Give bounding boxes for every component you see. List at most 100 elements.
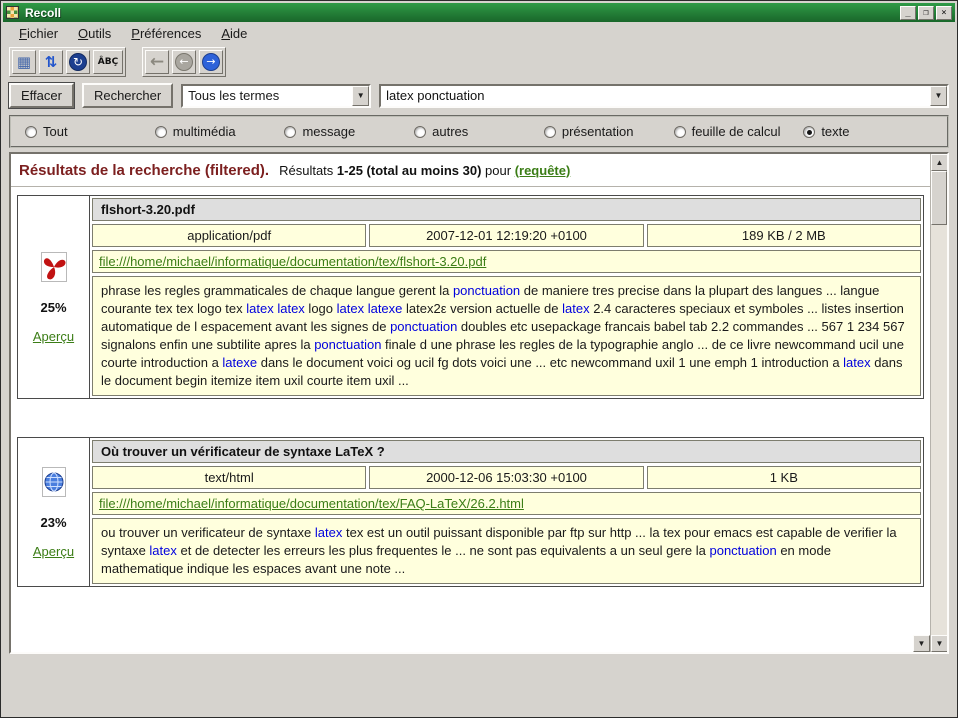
filter-label: texte bbox=[821, 124, 849, 139]
results-area: Résultats de la recherche (filtered). Ré… bbox=[9, 152, 949, 654]
relevance-percent: 25% bbox=[40, 300, 66, 315]
result-details: Où trouver un vérificateur de syntaxe La… bbox=[90, 438, 923, 586]
search-query-input[interactable] bbox=[381, 86, 930, 106]
result-date: 2000-12-06 15:03:30 +0100 bbox=[369, 466, 643, 489]
result-side-panel: 23% Aperçu bbox=[18, 438, 90, 586]
result-meta-row: text/html 2000-12-06 15:03:30 +0100 1 KB bbox=[92, 466, 921, 489]
results-summary: Résultats 1-25 (total au moins 30) pour … bbox=[279, 163, 570, 178]
window-controls: _ ❐ × bbox=[900, 6, 952, 20]
next-page-arrow-icon: → bbox=[202, 53, 220, 71]
recoll-window: Recoll _ ❐ × Fichier Outils Préférences … bbox=[0, 0, 958, 718]
toolbar: ▦ ⇅ ↻ ÂBÇ ← ← → bbox=[3, 45, 955, 78]
menu-aide[interactable]: Aide bbox=[213, 24, 255, 43]
first-page-button[interactable]: ← bbox=[145, 50, 169, 74]
result-size: 189 KB / 2 MB bbox=[647, 224, 921, 247]
filter-label: autres bbox=[432, 124, 468, 139]
window-titlebar[interactable]: Recoll _ ❐ × bbox=[3, 3, 955, 22]
sort-by-dates-button[interactable]: ⇅ bbox=[39, 50, 63, 74]
filter-radio-feuille-de-calcul[interactable]: feuille de calcul bbox=[674, 124, 804, 139]
menubar: Fichier Outils Préférences Aide bbox=[3, 22, 955, 45]
first-page-arrow-icon: ← bbox=[150, 52, 164, 72]
pdf-icon[interactable] bbox=[39, 251, 69, 286]
result-url-row: file:///home/michael/informatique/docume… bbox=[92, 250, 921, 273]
filter-label: présentation bbox=[562, 124, 634, 139]
result-item: 23% Aperçu Où trouver un vérificateur de… bbox=[17, 437, 924, 587]
toolbar-group-navigation: ← ← → bbox=[142, 47, 226, 77]
preview-link[interactable]: Aperçu bbox=[33, 544, 74, 559]
scrollbar-track[interactable] bbox=[931, 225, 947, 635]
search-button[interactable]: Rechercher bbox=[82, 83, 173, 108]
inner-scrollbar-down-button[interactable]: ▼ bbox=[913, 635, 930, 652]
clear-button[interactable]: Effacer bbox=[9, 83, 74, 108]
result-url-link[interactable]: file:///home/michael/informatique/docume… bbox=[99, 254, 486, 269]
bottom-spacer bbox=[3, 654, 955, 715]
result-side-panel: 25% Aperçu bbox=[18, 196, 90, 398]
scrollbar-down-button[interactable]: ▼ bbox=[931, 635, 948, 652]
menu-preferences[interactable]: Préférences bbox=[123, 24, 209, 43]
result-date: 2007-12-01 12:19:20 +0100 bbox=[369, 224, 643, 247]
previous-page-button[interactable]: ← bbox=[172, 50, 196, 74]
menu-fichier[interactable]: Fichier bbox=[11, 24, 66, 43]
filter-label: message bbox=[302, 124, 355, 139]
scrollbar-thumb[interactable] bbox=[931, 171, 947, 225]
maximize-button[interactable]: ❐ bbox=[918, 6, 934, 20]
query-combobox[interactable]: ▼ bbox=[379, 84, 949, 108]
doc-history-button[interactable]: ↻ bbox=[66, 50, 90, 74]
results-summary-pour: pour bbox=[485, 163, 511, 178]
history-clock-icon: ↻ bbox=[69, 53, 87, 71]
results-title: Résultats de la recherche (filtered). bbox=[19, 162, 269, 179]
clear-search-button[interactable]: ▦ bbox=[12, 50, 36, 74]
toolbar-group-main: ▦ ⇅ ↻ ÂBÇ bbox=[9, 47, 126, 77]
result-mime-type: text/html bbox=[92, 466, 366, 489]
search-mode-combobox[interactable]: Tous les termes ▼ bbox=[181, 84, 371, 108]
result-meta-row: application/pdf 2007-12-01 12:19:20 +010… bbox=[92, 224, 921, 247]
search-mode-value: Tous les termes bbox=[183, 86, 352, 106]
radio-icon bbox=[284, 126, 296, 138]
chevron-down-icon[interactable]: ▼ bbox=[930, 86, 947, 106]
results-range: 1-25 (total au moins 30) bbox=[337, 163, 481, 178]
category-filter-panel: Tout multimédia message autres présentat… bbox=[9, 115, 949, 148]
filter-radio-message[interactable]: message bbox=[284, 124, 414, 139]
minimize-button[interactable]: _ bbox=[900, 6, 916, 20]
window-title: Recoll bbox=[25, 6, 894, 20]
result-mime-type: application/pdf bbox=[92, 224, 366, 247]
result-item: 25% Aperçu flshort-3.20.pdf application/… bbox=[17, 195, 924, 399]
filter-radio-tout[interactable]: Tout bbox=[25, 124, 155, 139]
result-abstract: phrase les regles grammaticales de chaqu… bbox=[92, 276, 921, 396]
sort-arrows-icon: ⇅ bbox=[45, 53, 58, 71]
scrollbar-up-button[interactable]: ▲ bbox=[931, 154, 948, 171]
chevron-down-icon[interactable]: ▼ bbox=[352, 86, 369, 106]
filter-radio-presentation[interactable]: présentation bbox=[544, 124, 674, 139]
term-explorer-button[interactable]: ÂBÇ bbox=[93, 50, 123, 74]
radio-icon bbox=[414, 126, 426, 138]
radio-icon bbox=[544, 126, 556, 138]
result-filename: Où trouver un vérificateur de syntaxe La… bbox=[92, 440, 921, 463]
previous-page-arrow-icon: ← bbox=[175, 53, 193, 71]
results-header: Résultats de la recherche (filtered). Ré… bbox=[11, 154, 930, 187]
up-arrow-icon: ▲ bbox=[936, 158, 944, 167]
filter-label: Tout bbox=[43, 124, 68, 139]
results-scrollbar[interactable]: ▲ ▼ bbox=[930, 154, 947, 652]
radio-icon bbox=[155, 126, 167, 138]
results-list: 25% Aperçu flshort-3.20.pdf application/… bbox=[11, 187, 930, 587]
recoll-app-icon bbox=[6, 6, 19, 19]
filter-radio-texte[interactable]: texte bbox=[803, 124, 933, 139]
next-page-button[interactable]: → bbox=[199, 50, 223, 74]
close-button[interactable]: × bbox=[936, 6, 952, 20]
html-globe-icon[interactable] bbox=[39, 466, 69, 501]
preview-link[interactable]: Aperçu bbox=[33, 329, 74, 344]
radio-icon bbox=[25, 126, 37, 138]
radio-icon bbox=[674, 126, 686, 138]
down-arrow-icon: ▼ bbox=[918, 639, 926, 648]
abc-term-explorer-icon: ÂBÇ bbox=[98, 57, 118, 67]
menu-outils[interactable]: Outils bbox=[70, 24, 119, 43]
filter-label: feuille de calcul bbox=[692, 124, 781, 139]
query-link[interactable]: (requête) bbox=[515, 163, 571, 178]
filter-radio-autres[interactable]: autres bbox=[414, 124, 544, 139]
radio-icon bbox=[803, 126, 815, 138]
filter-label: multimédia bbox=[173, 124, 236, 139]
result-details: flshort-3.20.pdf application/pdf 2007-12… bbox=[90, 196, 923, 398]
result-url-row: file:///home/michael/informatique/docume… bbox=[92, 492, 921, 515]
result-url-link[interactable]: file:///home/michael/informatique/docume… bbox=[99, 496, 524, 511]
filter-radio-multimedia[interactable]: multimédia bbox=[155, 124, 285, 139]
